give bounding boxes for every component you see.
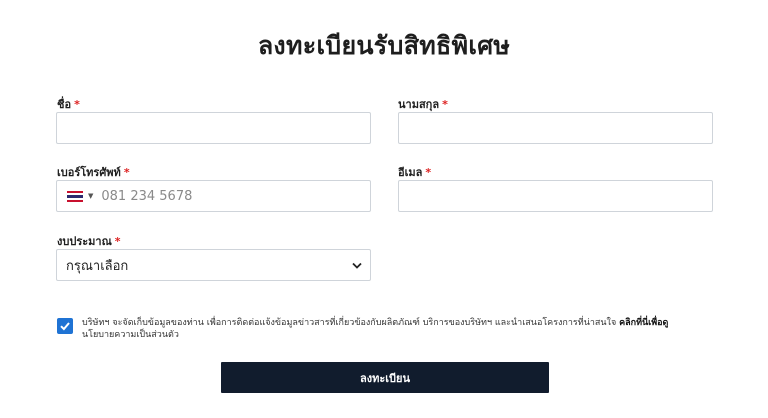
required-mark: * — [442, 98, 448, 111]
register-button[interactable]: ลงทะเบียน — [221, 362, 549, 393]
email-label-text: อีเมล — [398, 166, 423, 179]
last-name-label: นามสกุล * — [398, 95, 448, 113]
phone-label-text: เบอร์โทรศัพท์ — [57, 166, 121, 179]
budget-select[interactable]: กรุณาเลือก — [56, 249, 371, 281]
last-name-label-text: นามสกุล — [398, 98, 440, 111]
budget-label-text: งบประมาณ — [57, 235, 112, 248]
budget-selected-value: กรุณาเลือก — [66, 258, 129, 274]
budget-label: งบประมาณ * — [57, 232, 121, 250]
thailand-flag-icon[interactable] — [67, 190, 83, 202]
consent-text: บริษัทฯ จะจัดเก็บข้อมูลของท่าน เพื่อการต… — [82, 317, 722, 341]
consent-tail: นโยบายความเป็นส่วนตัว — [82, 330, 179, 340]
required-mark: * — [425, 166, 432, 179]
country-dropdown-caret-icon[interactable]: ▼ — [88, 192, 93, 200]
chevron-down-icon — [352, 262, 362, 269]
required-mark: * — [123, 166, 130, 179]
email-label: อีเมล * — [398, 163, 431, 181]
form-title: ลงทะเบียนรับสิทธิพิเศษ — [257, 31, 511, 60]
consent-checkbox[interactable] — [57, 318, 73, 334]
phone-input[interactable]: ▼ 081 234 5678 — [56, 180, 371, 212]
first-name-input[interactable] — [56, 112, 371, 144]
checkmark-icon — [60, 322, 70, 331]
phone-placeholder: 081 234 5678 — [101, 188, 193, 204]
first-name-label-text: ชื่อ — [57, 98, 72, 111]
first-name-label: ชื่อ * — [57, 95, 80, 113]
required-mark: * — [74, 98, 80, 111]
email-input[interactable] — [398, 180, 713, 212]
last-name-input[interactable] — [398, 112, 713, 144]
privacy-policy-link[interactable]: คลิกที่นี่เพื่อดู — [619, 318, 668, 328]
consent-body: บริษัทฯ จะจัดเก็บข้อมูลของท่าน เพื่อการต… — [82, 318, 620, 328]
phone-label: เบอร์โทรศัพท์ * — [57, 163, 130, 181]
required-mark: * — [114, 235, 121, 248]
